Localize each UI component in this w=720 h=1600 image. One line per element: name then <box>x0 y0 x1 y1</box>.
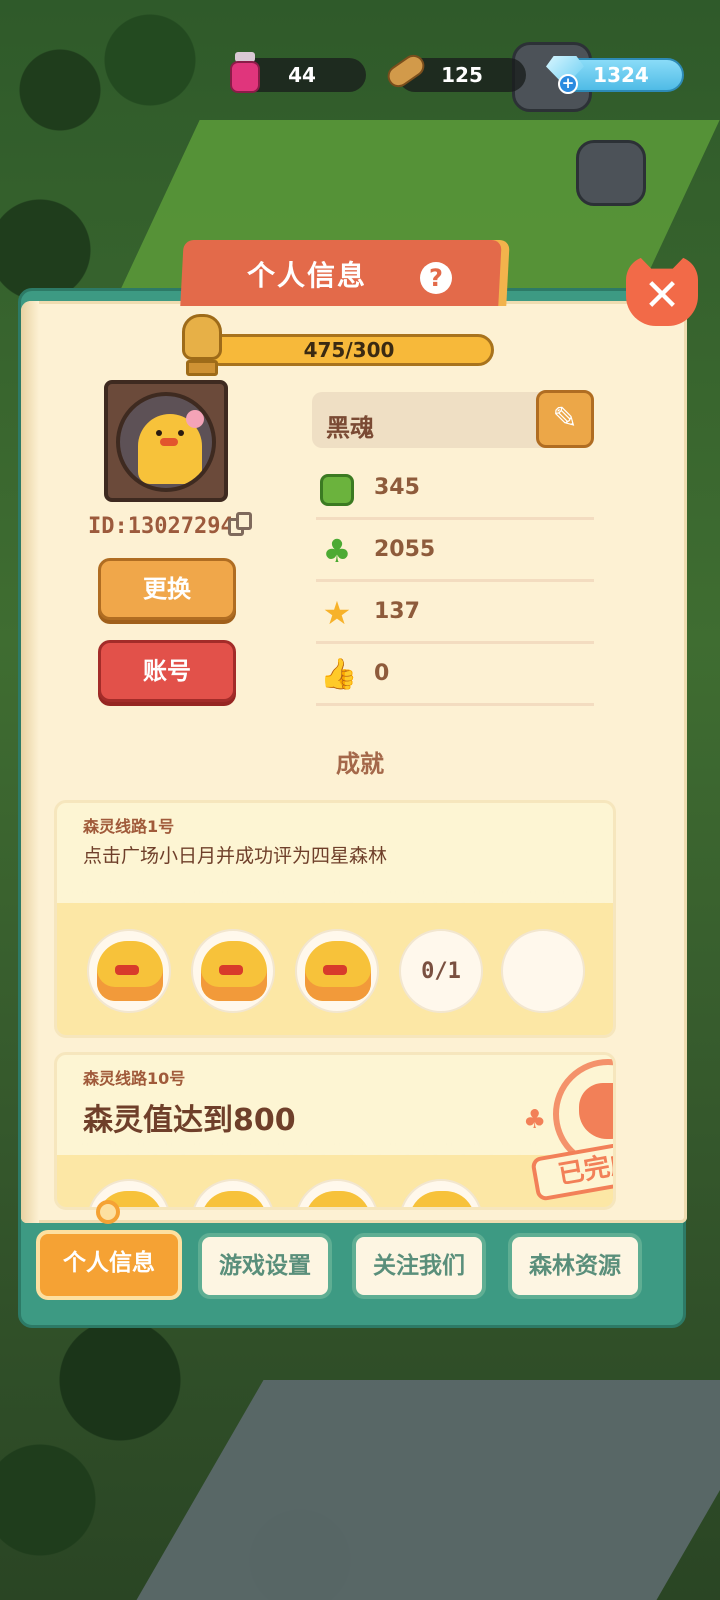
gem-resource[interactable]: + 1324 <box>546 56 684 94</box>
avatar[interactable] <box>116 392 216 492</box>
clover-icon: ♣ <box>523 1105 547 1135</box>
gem-value: 1324 <box>593 63 649 87</box>
stat-value: 0 <box>374 661 390 686</box>
trophy-statue-icon <box>176 310 228 380</box>
achievement-card[interactable]: 森灵线路10号 森灵值达到800 ♣ 已完成 <box>54 1052 616 1210</box>
copy-icon[interactable] <box>228 512 254 538</box>
grass-block-icon <box>320 474 354 506</box>
thumbs-up-icon: 👍 <box>320 657 358 692</box>
reward-chick-icon <box>87 929 171 1013</box>
wood-value: 125 <box>441 63 483 87</box>
completed-stamp: ♣ 已完成 <box>523 1059 613 1202</box>
achievement-name: 森灵线路1号 <box>83 817 175 836</box>
pencil-icon: ✎ <box>552 401 578 436</box>
edit-nickname-button[interactable]: ✎ <box>536 390 594 448</box>
tab-profile[interactable]: 个人信息 <box>36 1230 182 1300</box>
reward-progress-text: 0/1 <box>421 959 461 984</box>
user-id: ID:13027294 <box>88 514 234 539</box>
achievement-description: 点击广场小日月并成功评为四星森林 <box>83 845 388 867</box>
stat-row-clover: ♣ 2055 <box>316 522 594 582</box>
tab-settings[interactable]: 游戏设置 <box>198 1233 332 1299</box>
star-icon: ★ <box>322 594 352 632</box>
stat-value: 345 <box>374 475 420 500</box>
stat-row-grass: 345 <box>316 460 594 520</box>
clover-icon: ♣ <box>322 532 352 570</box>
achievements-title: 成就 <box>336 750 384 778</box>
change-avatar-button[interactable]: 更换 <box>98 558 236 620</box>
ink-value: 44 <box>288 63 316 87</box>
exp-progress-bar: 475/300 <box>204 334 494 366</box>
tab-forest-resources[interactable]: 森林资源 <box>508 1233 642 1299</box>
achievement-name: 森灵线路10号 <box>83 1069 186 1088</box>
stat-value: 2055 <box>374 537 436 562</box>
wood-resource[interactable]: 125 <box>383 50 526 92</box>
ink-resource[interactable]: 44 <box>230 52 366 93</box>
robot-building <box>576 140 646 206</box>
tab-pin-icon <box>96 1200 120 1224</box>
account-button[interactable]: 账号 <box>98 640 236 702</box>
reward-chick-icon <box>191 929 275 1013</box>
help-button[interactable]: ? <box>420 262 452 294</box>
tab-follow-us[interactable]: 关注我们 <box>352 1233 486 1299</box>
stat-value: 137 <box>374 599 420 624</box>
dialog-title: 个人信息 <box>246 259 367 292</box>
reward-empty-slot <box>501 929 585 1013</box>
achievement-card[interactable]: 森灵线路1号 点击广场小日月并成功评为四星森林 0/1 <box>54 800 616 1038</box>
stat-row-star: ★ 137 <box>316 584 594 644</box>
achievement-description: 森灵值达到800 <box>83 1103 296 1138</box>
stat-row-likes: 👍 0 <box>316 646 594 706</box>
reward-progress: 0/1 <box>399 929 483 1013</box>
nickname: 黑魂 <box>326 414 374 442</box>
reward-chick-icon <box>295 929 379 1013</box>
